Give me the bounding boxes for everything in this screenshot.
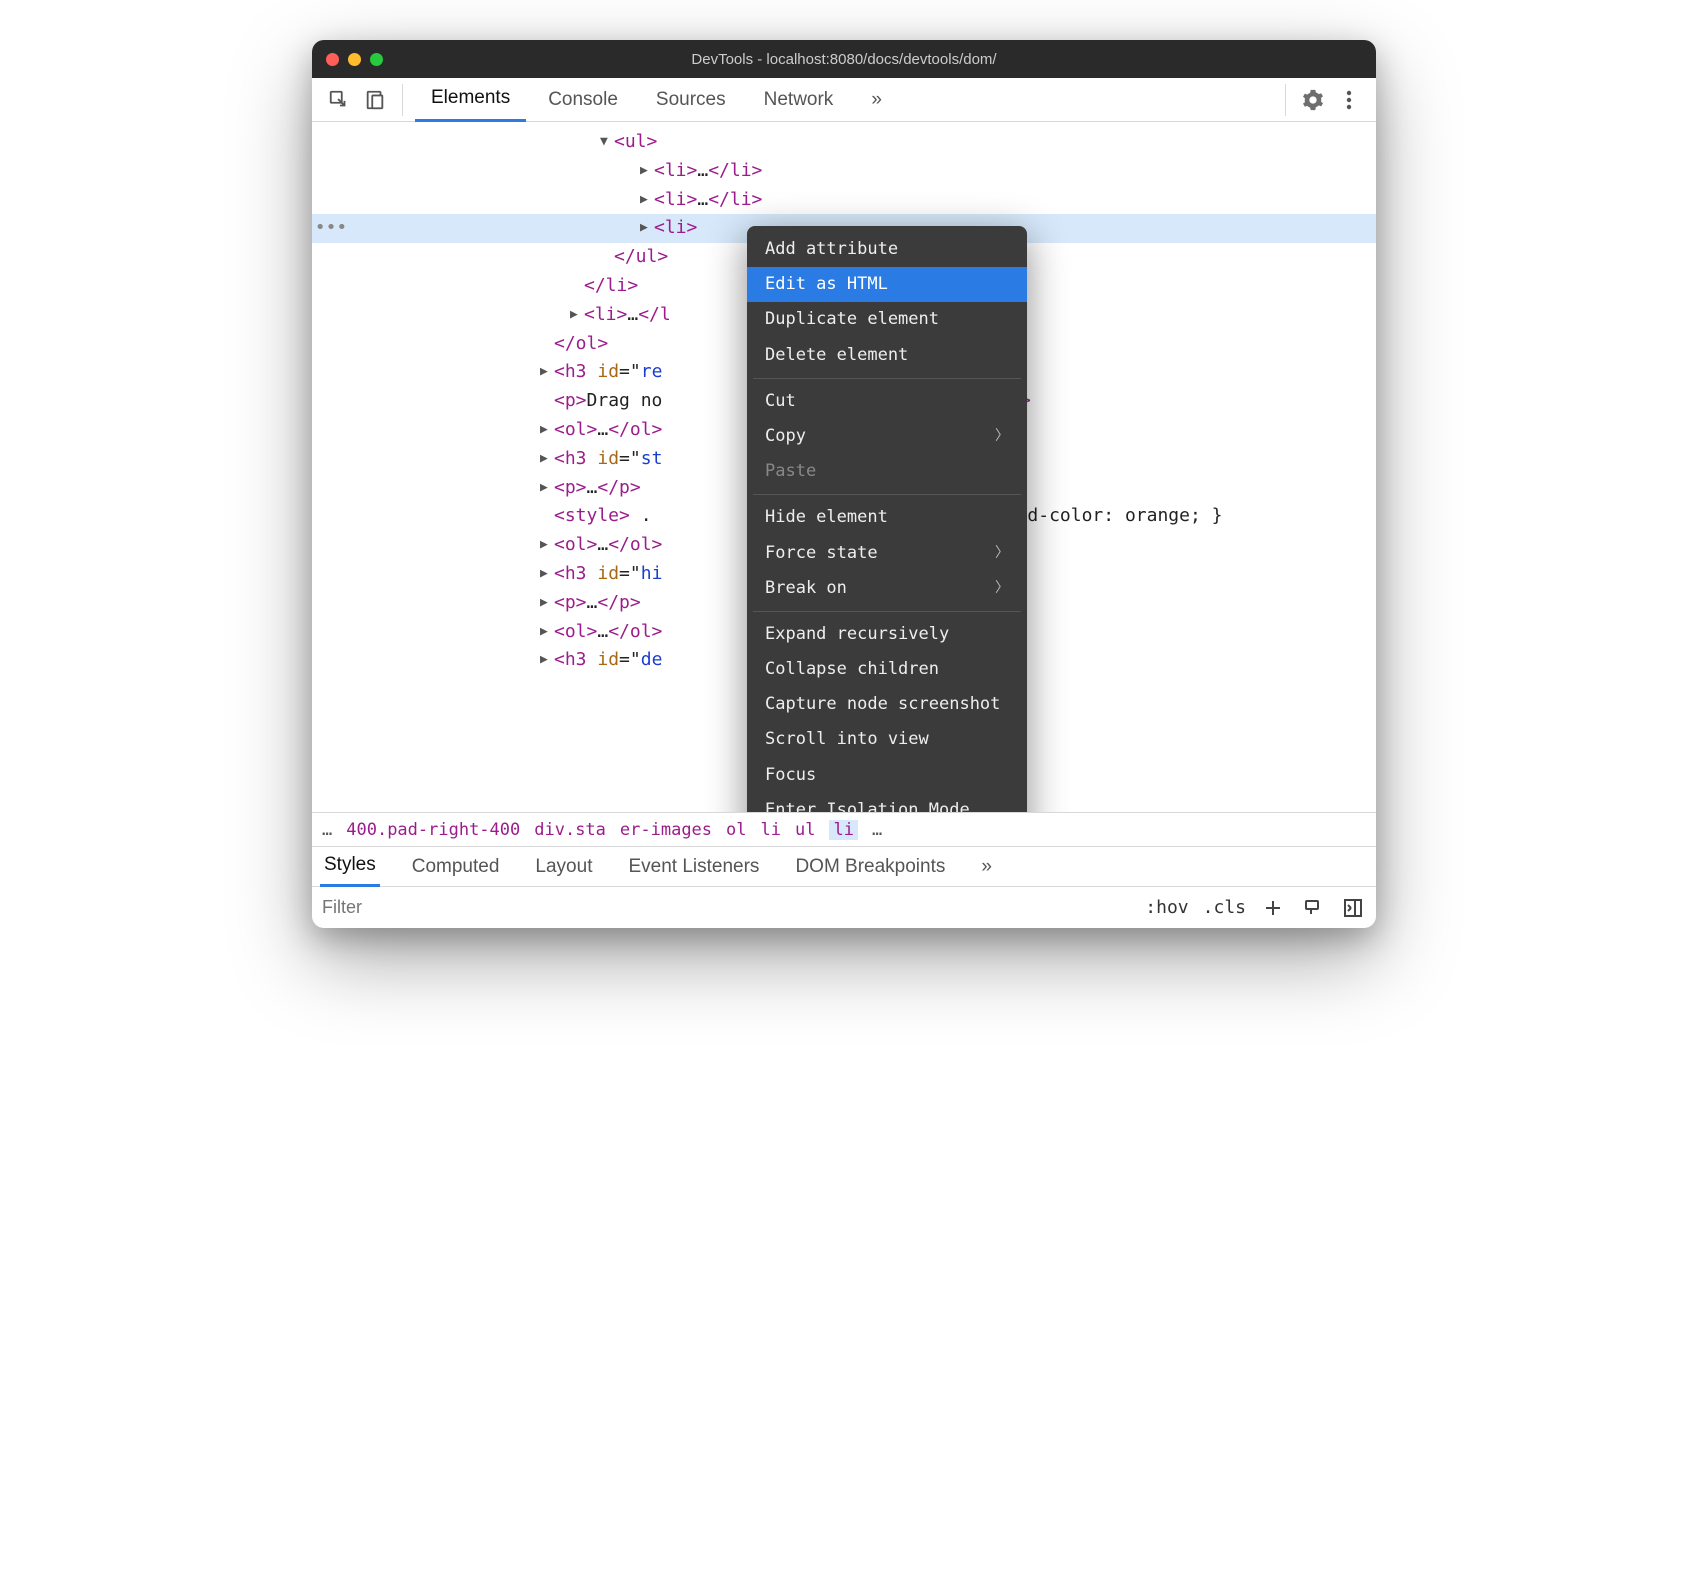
toolbar-separator <box>1285 84 1286 116</box>
breadcrumb: … 400.pad-right-400 div.sta er-images ol… <box>312 812 1376 846</box>
breadcrumb-item[interactable]: ul <box>795 820 815 840</box>
minimize-button[interactable] <box>348 53 361 66</box>
cm-hide-element[interactable]: Hide element <box>747 500 1027 535</box>
close-button[interactable] <box>326 53 339 66</box>
cm-edit-as-html[interactable]: Edit as HTML <box>747 267 1027 302</box>
cm-add-attribute[interactable]: Add attribute <box>747 232 1027 267</box>
toolbar-separator <box>402 84 403 116</box>
tabs-overflow[interactable]: » <box>855 78 898 122</box>
inspect-element-icon[interactable] <box>324 85 354 115</box>
styles-filter-bar: :hov .cls <box>312 886 1376 928</box>
cm-copy[interactable]: Copy〉 <box>747 419 1027 454</box>
tree-row[interactable]: ▶<li>…</li> <box>312 186 1376 215</box>
breadcrumb-ellipsis[interactable]: … <box>322 820 332 840</box>
tab-elements[interactable]: Elements <box>415 78 526 122</box>
context-menu: Add attribute Edit as HTML Duplicate ele… <box>747 226 1027 812</box>
cm-collapse-children[interactable]: Collapse children <box>747 652 1027 687</box>
subtabs-overflow[interactable]: » <box>977 847 996 887</box>
cm-break-on[interactable]: Break on〉 <box>747 571 1027 606</box>
chevron-right-icon: 〉 <box>995 542 1009 564</box>
subtab-styles[interactable]: Styles <box>320 847 380 887</box>
subtab-computed[interactable]: Computed <box>408 847 504 887</box>
cm-isolation-mode[interactable]: Enter Isolation Mode <box>747 793 1027 812</box>
titlebar: DevTools - localhost:8080/docs/devtools/… <box>312 40 1376 78</box>
context-menu-separator <box>753 378 1021 379</box>
traffic-lights <box>326 53 383 66</box>
devtools-window: DevTools - localhost:8080/docs/devtools/… <box>312 40 1376 928</box>
elements-tree: ▼<ul> ▶<li>…</li> ▶<li>…</li> •••▶<li> <… <box>312 122 1376 812</box>
kebab-menu-icon[interactable] <box>1334 85 1364 115</box>
hov-toggle[interactable]: :hov <box>1145 897 1188 918</box>
styles-subtabs: Styles Computed Layout Event Listeners D… <box>312 846 1376 886</box>
filter-input[interactable] <box>322 897 1131 918</box>
cm-focus[interactable]: Focus <box>747 758 1027 793</box>
gear-icon[interactable] <box>1298 85 1328 115</box>
device-toolbar-icon[interactable] <box>360 85 390 115</box>
cm-scroll-into-view[interactable]: Scroll into view <box>747 722 1027 757</box>
cm-capture-screenshot[interactable]: Capture node screenshot <box>747 687 1027 722</box>
breadcrumb-item[interactable]: 400.pad-right-400 <box>346 820 520 840</box>
cm-force-state[interactable]: Force state〉 <box>747 536 1027 571</box>
breadcrumb-item[interactable]: er-images <box>620 820 712 840</box>
chevron-right-icon: 〉 <box>995 425 1009 447</box>
breadcrumb-ellipsis[interactable]: … <box>872 820 882 840</box>
cm-delete-element[interactable]: Delete element <box>747 338 1027 373</box>
subtab-event-listeners[interactable]: Event Listeners <box>624 847 763 887</box>
breadcrumb-item[interactable]: div.sta <box>534 820 606 840</box>
computed-panel-icon[interactable] <box>1340 895 1366 921</box>
breadcrumb-item[interactable]: ol <box>726 820 746 840</box>
context-menu-separator <box>753 494 1021 495</box>
tree-row[interactable]: ▶<li>…</li> <box>312 157 1376 186</box>
tab-sources[interactable]: Sources <box>640 78 742 122</box>
cm-expand-recursively[interactable]: Expand recursively <box>747 617 1027 652</box>
tab-console[interactable]: Console <box>532 78 634 122</box>
maximize-button[interactable] <box>370 53 383 66</box>
selection-dots-icon: ••• <box>312 214 350 243</box>
tab-network[interactable]: Network <box>748 78 850 122</box>
tree-row[interactable]: ▼<ul> <box>312 128 1376 157</box>
subtab-layout[interactable]: Layout <box>531 847 596 887</box>
breadcrumb-item-selected[interactable]: li <box>829 820 857 840</box>
brush-icon[interactable] <box>1300 895 1326 921</box>
subtab-dom-breakpoints[interactable]: DOM Breakpoints <box>791 847 949 887</box>
main-toolbar: Elements Console Sources Network » <box>312 78 1376 122</box>
breadcrumb-item[interactable]: li <box>761 820 781 840</box>
cm-duplicate-element[interactable]: Duplicate element <box>747 302 1027 337</box>
window-title: DevTools - localhost:8080/docs/devtools/… <box>691 51 996 68</box>
cls-toggle[interactable]: .cls <box>1203 897 1246 918</box>
chevron-right-icon: 〉 <box>995 577 1009 599</box>
cm-cut[interactable]: Cut <box>747 384 1027 419</box>
cm-paste: Paste <box>747 454 1027 489</box>
plus-icon[interactable] <box>1260 895 1286 921</box>
context-menu-separator <box>753 611 1021 612</box>
